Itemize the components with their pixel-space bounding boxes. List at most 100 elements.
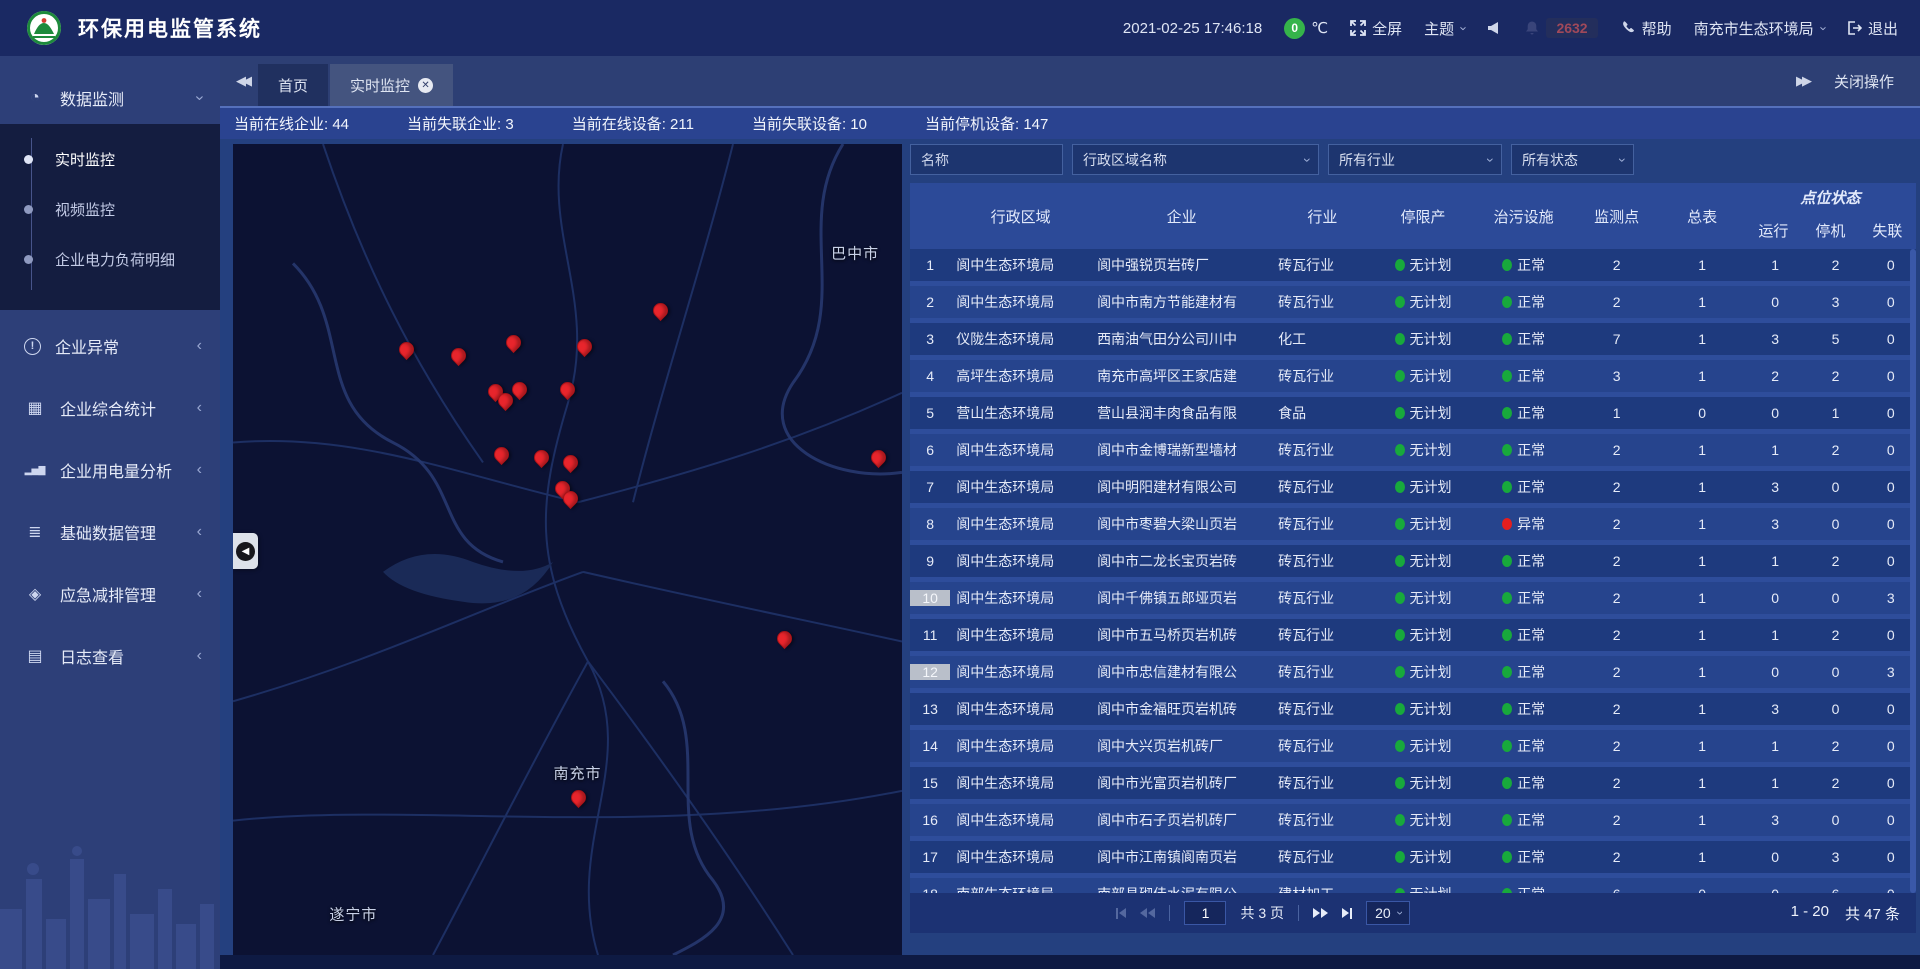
row-lost-count: 0 xyxy=(1866,294,1916,310)
row-run-count: 0 xyxy=(1745,664,1805,680)
sidebar-item-power-analysis[interactable]: ▂▅▇ 企业用电量分析 ‹ xyxy=(0,444,220,496)
row-index: 17 xyxy=(910,849,950,865)
column-header-company: 企业 xyxy=(1091,183,1272,249)
sidebar-subitem-video-monitor[interactable]: 视频监控 xyxy=(0,184,220,234)
sidebar-subitem-realtime-monitor[interactable]: 实时监控 xyxy=(0,134,220,184)
treatment-status-dot xyxy=(1502,740,1512,752)
treatment-status-dot xyxy=(1502,407,1512,419)
sidebar-item-enterprise-abnormal[interactable]: ! 企业异常 ‹ xyxy=(0,320,220,372)
fullscreen-button[interactable]: 全屏 xyxy=(1350,18,1402,39)
tab-实时监控[interactable]: 实时监控✕ xyxy=(330,64,453,106)
name-filter-input[interactable] xyxy=(921,152,1052,168)
row-stop-count: 1 xyxy=(1805,405,1865,421)
sidebar-item-enterprise-stats[interactable]: ▦ 企业综合统计 ‹ xyxy=(0,382,220,434)
notification-bell[interactable]: 2632 xyxy=(1524,18,1597,38)
next-page-button[interactable] xyxy=(1313,908,1328,918)
stat-当前在线企业: 当前在线企业: 44 xyxy=(234,113,349,134)
table-row[interactable]: 18 南部生态环境局 南部县砌佳水泥有限公 建材加工 无计划 正常 6 0 0 … xyxy=(910,878,1916,893)
row-stop-count: 5 xyxy=(1805,331,1865,347)
row-points: 2 xyxy=(1574,664,1660,680)
prev-page-button[interactable] xyxy=(1140,908,1155,918)
row-limit-status: 无计划 xyxy=(1410,847,1452,867)
sidebar-item-emergency-reduction[interactable]: ◈ 应急减排管理 ‹ xyxy=(0,568,220,620)
tabs-scroll-right-button[interactable]: ▶▶ xyxy=(1796,73,1808,89)
row-region: 阆中生态环境局 xyxy=(950,773,1091,793)
table-row[interactable]: 7 阆中生态环境局 阆中明阳建材有限公司 砖瓦行业 无计划 正常 2 1 3 0… xyxy=(910,471,1916,503)
table-row[interactable]: 13 阆中生态环境局 阆中市金福旺页岩机砖 砖瓦行业 无计划 正常 2 1 3 … xyxy=(910,693,1916,725)
first-page-button[interactable] xyxy=(1116,908,1126,919)
table-row[interactable]: 11 阆中生态环境局 阆中市五马桥页岩机砖 砖瓦行业 无计划 正常 2 1 1 … xyxy=(910,619,1916,651)
theme-dropdown[interactable]: 主题‹ xyxy=(1424,18,1464,39)
bottom-strip xyxy=(220,955,1920,969)
help-button[interactable]: 帮助 xyxy=(1620,18,1672,39)
row-industry: 砖瓦行业 xyxy=(1272,588,1373,608)
base-data-icon: ≣ xyxy=(24,522,46,542)
page-size-select[interactable]: 20‹ xyxy=(1366,901,1410,925)
row-limit-status: 无计划 xyxy=(1410,514,1452,534)
table-row[interactable]: 9 阆中生态环境局 阆中市二龙长宝页岩砖 砖瓦行业 无计划 正常 2 1 1 2… xyxy=(910,545,1916,577)
row-limit-status: 无计划 xyxy=(1410,736,1452,756)
page-number-input[interactable] xyxy=(1184,901,1226,925)
row-points: 2 xyxy=(1574,627,1660,643)
user-menu[interactable]: 南充市生态环境局‹ xyxy=(1694,18,1824,39)
limit-status-dot xyxy=(1395,740,1405,752)
column-header-run: 运行 xyxy=(1745,211,1802,249)
row-index: 10 xyxy=(910,590,950,606)
table-row[interactable]: 5 营山生态环境局 营山县润丰肉食品有限 食品 无计划 正常 1 0 0 1 0 xyxy=(910,397,1916,429)
row-treatment-status: 正常 xyxy=(1517,292,1545,312)
treatment-status-dot xyxy=(1502,629,1512,641)
table-row[interactable]: 2 阆中生态环境局 阆中市南方节能建材有 砖瓦行业 无计划 正常 2 1 0 3… xyxy=(910,286,1916,318)
table-row[interactable]: 4 高坪生态环境局 南充市高坪区王家店建 砖瓦行业 无计划 正常 3 1 2 2… xyxy=(910,360,1916,392)
row-stop-count: 2 xyxy=(1805,775,1865,791)
map-collapse-button[interactable]: ◀ xyxy=(233,533,258,569)
mute-speaker-button[interactable] xyxy=(1486,20,1502,36)
map[interactable]: 巴中市南充市遂宁市 ◀ xyxy=(233,144,902,955)
row-treatment-status: 正常 xyxy=(1517,440,1545,460)
row-treatment-status: 正常 xyxy=(1517,403,1545,423)
limit-status-dot xyxy=(1395,814,1405,826)
row-company: 阆中强锐页岩砖厂 xyxy=(1091,255,1272,275)
table-row[interactable]: 6 阆中生态环境局 阆中市金博瑞新型墙材 砖瓦行业 无计划 正常 2 1 1 2… xyxy=(910,434,1916,466)
tabs-container: 首页实时监控✕ xyxy=(258,64,453,106)
table-row[interactable]: 15 阆中生态环境局 阆中市光富页岩机砖厂 砖瓦行业 无计划 正常 2 1 1 … xyxy=(910,767,1916,799)
table-row[interactable]: 3 仪陇生态环境局 西南油气田分公司川中 化工 无计划 正常 7 1 3 5 0 xyxy=(910,323,1916,355)
sidebar-subitem-power-load-detail[interactable]: 企业电力负荷明细 xyxy=(0,234,220,284)
treatment-status-dot xyxy=(1502,703,1512,715)
sidebar-item-base-data[interactable]: ≣ 基础数据管理 ‹ xyxy=(0,506,220,558)
treatment-status-dot xyxy=(1502,888,1512,893)
user-name: 南充市生态环境局 xyxy=(1694,18,1814,39)
region-filter-select[interactable]: 行政区域名称‹ xyxy=(1072,144,1319,175)
sidebar-item-data-monitor[interactable]: ◔ 数据监测 ‹ xyxy=(0,72,220,124)
chevron-down-icon: ‹ xyxy=(1298,157,1314,162)
tabs-scroll-left-button[interactable]: ◀◀ xyxy=(220,73,258,89)
row-limit-status: 无计划 xyxy=(1410,588,1452,608)
table-row[interactable]: 16 阆中生态环境局 阆中市石子页岩机砖厂 砖瓦行业 无计划 正常 2 1 3 … xyxy=(910,804,1916,836)
table-row[interactable]: 12 阆中生态环境局 阆中市忠信建材有限公 砖瓦行业 无计划 正常 2 1 0 … xyxy=(910,656,1916,688)
row-lost-count: 0 xyxy=(1866,405,1916,421)
row-treatment-status: 正常 xyxy=(1517,551,1545,571)
sidebar-item-log-view[interactable]: ▤ 日志查看 ‹ xyxy=(0,630,220,682)
tab-首页[interactable]: 首页 xyxy=(258,64,328,106)
logout-button[interactable]: 退出 xyxy=(1846,18,1898,39)
table-row[interactable]: 17 阆中生态环境局 阆中市江南镇阆南页岩 砖瓦行业 无计划 正常 2 1 0 … xyxy=(910,841,1916,873)
last-page-button[interactable] xyxy=(1342,908,1352,919)
close-operations-dropdown[interactable]: 关闭操作 xyxy=(1834,71,1894,92)
row-treatment-status: 正常 xyxy=(1517,329,1545,349)
table-row[interactable]: 10 阆中生态环境局 阆中千佛镇五郎垭页岩 砖瓦行业 无计划 正常 2 1 0 … xyxy=(910,582,1916,614)
row-limit-status: 无计划 xyxy=(1410,810,1452,830)
row-index: 7 xyxy=(910,479,950,495)
table-row[interactable]: 8 阆中生态环境局 阆中市枣碧大梁山页岩 砖瓦行业 无计划 异常 2 1 3 0… xyxy=(910,508,1916,540)
column-header-industry: 行业 xyxy=(1272,183,1373,249)
table-scrollbar[interactable] xyxy=(1910,249,1916,893)
content-area: ◀◀ 首页实时监控✕ ▶▶ 关闭操作 当前在线企业: 44当前失联企业: 3当前… xyxy=(220,56,1920,969)
table-row[interactable]: 14 阆中生态环境局 阆中大兴页岩机砖厂 砖瓦行业 无计划 正常 2 1 1 2… xyxy=(910,730,1916,762)
status-filter-select[interactable]: 所有状态‹ xyxy=(1511,144,1634,175)
sidebar-menu: ◔ 数据监测 ‹ 实时监控视频监控企业电力负荷明细 ! 企业异常 ‹ ▦ 企业综… xyxy=(0,72,220,682)
row-region: 阆中生态环境局 xyxy=(950,847,1091,867)
row-points: 2 xyxy=(1574,294,1660,310)
table-row[interactable]: 1 阆中生态环境局 阆中强锐页岩砖厂 砖瓦行业 无计划 正常 2 1 1 2 0 xyxy=(910,249,1916,281)
tab-close-icon[interactable]: ✕ xyxy=(418,78,433,93)
name-filter-field[interactable] xyxy=(910,144,1063,175)
limit-status-dot xyxy=(1395,592,1405,604)
industry-filter-select[interactable]: 所有行业‹ xyxy=(1328,144,1502,175)
